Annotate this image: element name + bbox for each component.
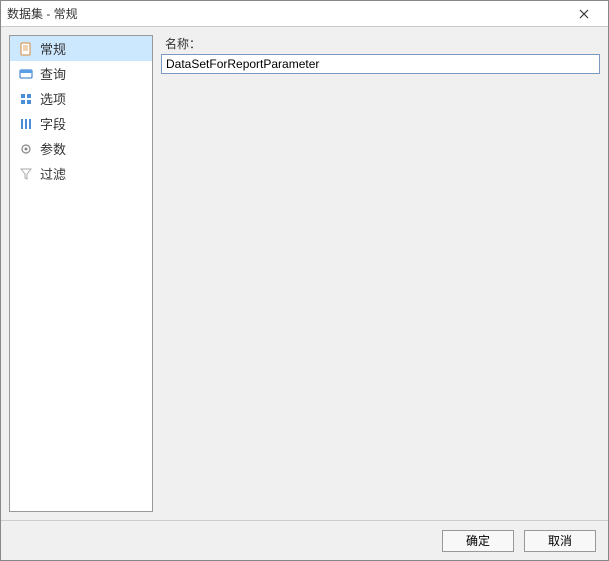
- form-row-name: 名称：: [161, 35, 600, 74]
- close-button[interactable]: [566, 2, 602, 26]
- sidebar-item-fields[interactable]: 字段: [10, 111, 152, 136]
- name-label: 名称：: [165, 35, 600, 52]
- titlebar: 数据集 - 常规: [1, 1, 608, 27]
- document-icon: [18, 41, 34, 57]
- filter-icon: [18, 166, 34, 182]
- name-input[interactable]: [161, 54, 600, 74]
- fields-icon: [18, 116, 34, 132]
- close-icon: [579, 9, 589, 19]
- sidebar-item-label: 过滤: [40, 164, 66, 183]
- main-panel: 名称：: [161, 35, 600, 512]
- sidebar-item-general[interactable]: 常规: [10, 36, 152, 61]
- sidebar-item-label: 查询: [40, 64, 66, 83]
- sidebar-item-label: 参数: [40, 139, 66, 158]
- sidebar-item-label: 字段: [40, 114, 66, 133]
- sidebar-item-query[interactable]: 查询: [10, 61, 152, 86]
- sidebar-item-label: 选项: [40, 89, 66, 108]
- sidebar-item-label: 常规: [40, 39, 66, 58]
- dialog-window: 数据集 - 常规 常规 查询 选项: [0, 0, 609, 561]
- dialog-body: 常规 查询 选项 字段: [1, 27, 608, 520]
- query-icon: [18, 66, 34, 82]
- dialog-footer: 确定 取消: [1, 520, 608, 560]
- options-icon: [18, 91, 34, 107]
- sidebar-item-filter[interactable]: 过滤: [10, 161, 152, 186]
- window-title: 数据集 - 常规: [7, 5, 566, 22]
- cancel-button[interactable]: 取消: [524, 530, 596, 552]
- params-icon: [18, 141, 34, 157]
- sidebar-item-options[interactable]: 选项: [10, 86, 152, 111]
- sidebar: 常规 查询 选项 字段: [9, 35, 153, 512]
- sidebar-item-params[interactable]: 参数: [10, 136, 152, 161]
- ok-button[interactable]: 确定: [442, 530, 514, 552]
